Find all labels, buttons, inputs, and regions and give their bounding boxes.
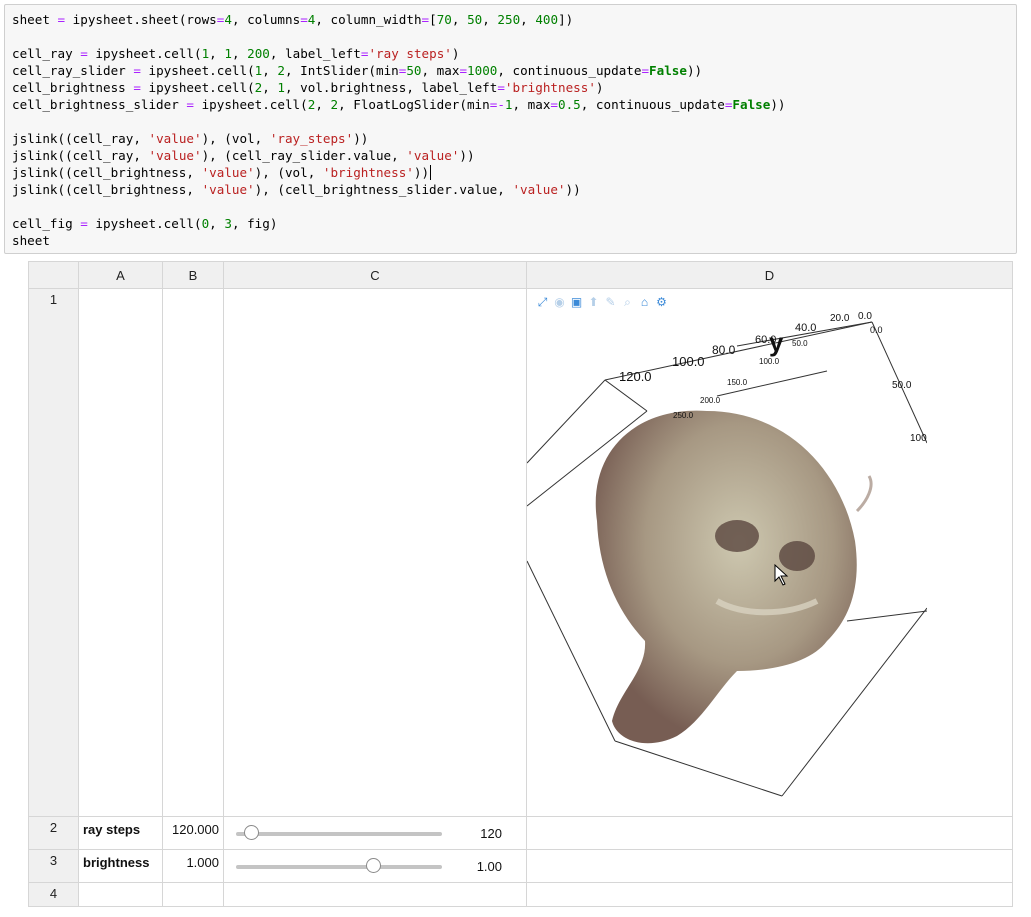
- row-header-4[interactable]: 4: [28, 882, 79, 907]
- column-header-c[interactable]: C: [223, 261, 527, 289]
- table-row: 4: [28, 882, 1013, 907]
- cell-b4[interactable]: [162, 882, 224, 907]
- cell-c1[interactable]: [223, 288, 527, 817]
- volume-render-canvas[interactable]: y 120.0 100.0 80.0 60.0 40.0 20.0 0.0 25…: [527, 311, 927, 816]
- axis-tick: 80.0: [712, 343, 736, 357]
- axis-tick: 100.0: [672, 354, 705, 369]
- row-header-3[interactable]: 3: [28, 849, 79, 883]
- table-row: 3 brightness 1.000 1.00: [28, 849, 1013, 883]
- skull-volume: [595, 410, 873, 744]
- corner-header[interactable]: [28, 261, 79, 289]
- arrow-up-icon[interactable]: ⬆: [586, 295, 601, 310]
- edit-icon[interactable]: ✎: [603, 295, 618, 310]
- column-header-d[interactable]: D: [526, 261, 1013, 289]
- cell-a3-label[interactable]: brightness: [78, 849, 163, 883]
- axis-tick: 60.0: [755, 334, 776, 346]
- code-cell[interactable]: sheet = ipysheet.sheet(rows=4, columns=4…: [4, 4, 1017, 254]
- brightness-slider-track[interactable]: [236, 865, 442, 869]
- axis-tick: 0.0: [858, 311, 872, 322]
- axis-tick: 50.0: [892, 380, 912, 391]
- brightness-slider-readout: 1.00: [476, 859, 502, 874]
- axis-tick: 50.0: [792, 339, 808, 348]
- ray-steps-slider-track[interactable]: [236, 832, 442, 836]
- cell-d3[interactable]: [526, 849, 1013, 883]
- axis-tick: 120.0: [619, 369, 652, 384]
- axis-tick: 100.0: [759, 357, 780, 366]
- cell-c2-slider[interactable]: 120: [223, 816, 527, 850]
- axis-tick: 250.0: [673, 411, 694, 420]
- column-header-row: A B C D: [28, 261, 1013, 289]
- cell-a4[interactable]: [78, 882, 163, 907]
- brightness-slider-handle[interactable]: [365, 858, 381, 873]
- cell-c4[interactable]: [223, 882, 527, 907]
- ray-steps-slider-handle[interactable]: [243, 825, 259, 840]
- table-row: 1 ⤢ ◉ ▣ ⬆ ✎ ⌕ ⌂ ⚙ y 120.0 100.0 80.0 60.…: [28, 288, 1013, 817]
- cell-b1[interactable]: [162, 288, 224, 817]
- axis-tick: 20.0: [830, 313, 850, 324]
- cell-d4[interactable]: [526, 882, 1013, 907]
- cell-d2[interactable]: [526, 816, 1013, 850]
- figure-toolbar: ⤢ ◉ ▣ ⬆ ✎ ⌕ ⌂ ⚙: [535, 295, 669, 310]
- cell-a2-label[interactable]: ray steps: [78, 816, 163, 850]
- axis-tick: 100.: [910, 433, 927, 444]
- home-icon[interactable]: ⌂: [637, 295, 652, 310]
- code-editor[interactable]: sheet = ipysheet.sheet(rows=4, columns=4…: [5, 5, 1016, 255]
- zoom-icon[interactable]: ⌕: [620, 295, 635, 310]
- gear-icon[interactable]: ⚙: [654, 295, 669, 310]
- table-row: 2 ray steps 120.000 120: [28, 816, 1013, 850]
- cell-b3-value[interactable]: 1.000: [162, 849, 224, 883]
- row-header-2[interactable]: 2: [28, 816, 79, 850]
- eye-icon[interactable]: ◉: [552, 295, 567, 310]
- cell-a1[interactable]: [78, 288, 163, 817]
- text-cursor: [430, 165, 432, 180]
- cell-b2-value[interactable]: 120.000: [162, 816, 224, 850]
- axis-tick: 0.0: [870, 325, 883, 335]
- image-icon[interactable]: ▣: [569, 295, 584, 310]
- fullscreen-icon[interactable]: ⤢: [535, 295, 550, 310]
- axis-tick: 150.0: [727, 378, 748, 387]
- ray-steps-slider-readout: 120: [480, 826, 502, 841]
- cell-c3-slider[interactable]: 1.00: [223, 849, 527, 883]
- row-header-1[interactable]: 1: [28, 288, 79, 817]
- axis-tick: 200.0: [700, 396, 721, 405]
- column-header-b[interactable]: B: [162, 261, 224, 289]
- column-header-a[interactable]: A: [78, 261, 163, 289]
- axis-tick: 40.0: [795, 322, 816, 334]
- cell-d1-figure[interactable]: ⤢ ◉ ▣ ⬆ ✎ ⌕ ⌂ ⚙ y 120.0 100.0 80.0 60.0 …: [526, 288, 1013, 817]
- spreadsheet: A B C D 1 ⤢ ◉ ▣ ⬆ ✎ ⌕ ⌂ ⚙ y 120.0 100.0 …: [28, 261, 1013, 907]
